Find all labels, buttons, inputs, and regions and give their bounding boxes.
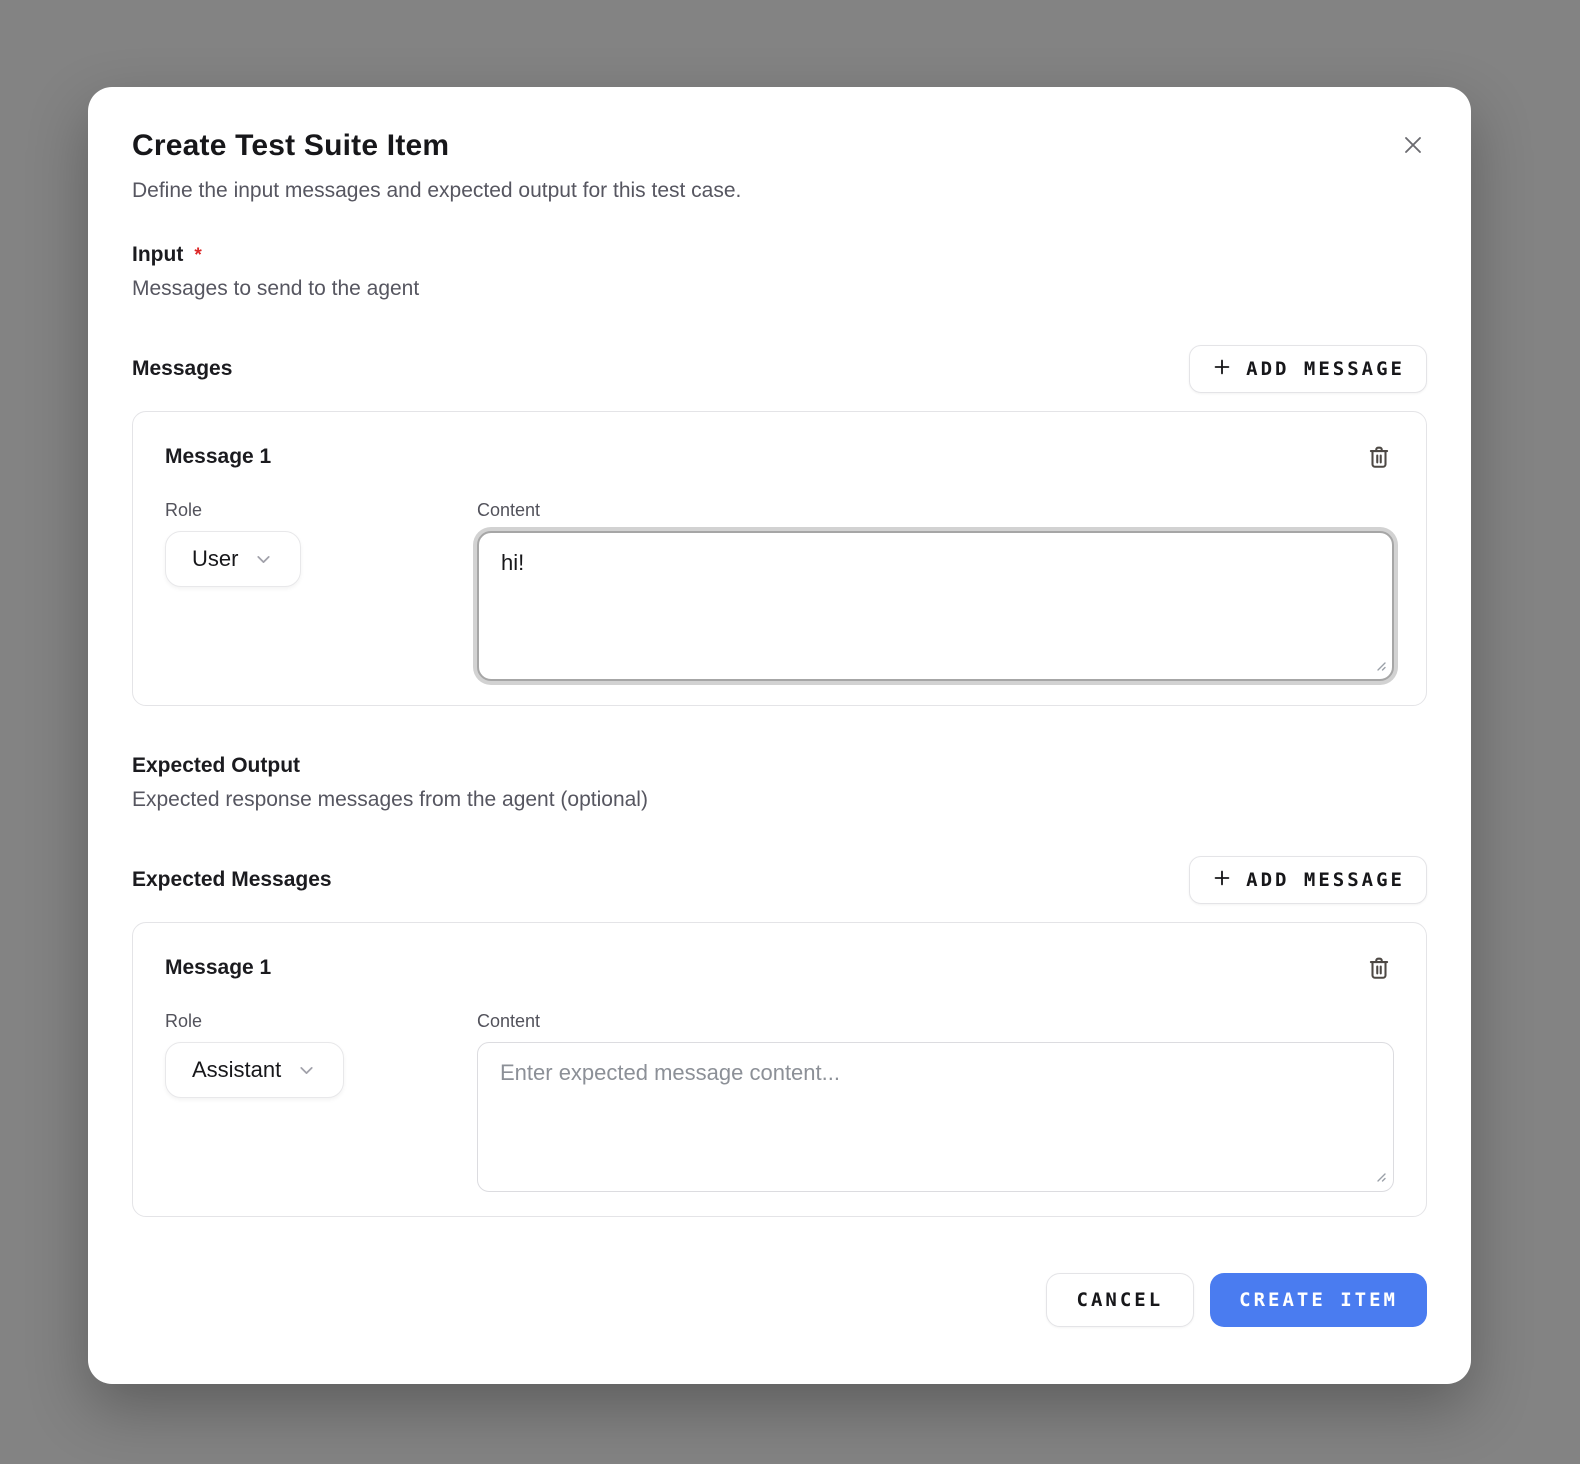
close-button[interactable]	[1395, 127, 1431, 163]
role-select-assistant[interactable]: Assistant	[165, 1042, 344, 1098]
dialog-header: Create Test Suite Item	[132, 129, 1427, 163]
role-column: Role Assistant	[165, 1011, 477, 1098]
message-card-body: Role User Content hi!	[165, 500, 1394, 681]
trash-icon	[1366, 458, 1392, 473]
add-message-label: ADD MESSAGE	[1246, 358, 1405, 380]
role-label: Role	[165, 1011, 477, 1032]
messages-header-label: Messages	[132, 357, 232, 381]
role-label: Role	[165, 500, 477, 521]
input-message-content-textarea[interactable]: hi!	[477, 531, 1394, 681]
content-label: Content	[477, 500, 1394, 521]
messages-section-header: Messages ADD MESSAGE	[132, 345, 1427, 393]
add-expected-message-button[interactable]: ADD MESSAGE	[1189, 856, 1427, 904]
expected-messages-section-header: Expected Messages ADD MESSAGE	[132, 856, 1427, 904]
expected-output-label: Expected Output	[132, 754, 300, 778]
trash-icon	[1366, 969, 1392, 984]
close-icon	[1399, 147, 1427, 162]
role-select-value: Assistant	[192, 1057, 281, 1083]
add-message-label: ADD MESSAGE	[1246, 869, 1405, 891]
expected-messages-header-label: Expected Messages	[132, 868, 332, 892]
content-textarea-wrap	[477, 1042, 1394, 1192]
content-column: Content	[477, 1011, 1394, 1192]
input-field-label: Input *	[132, 243, 1427, 267]
delete-input-message-button[interactable]	[1364, 442, 1394, 472]
role-select-value: User	[192, 546, 238, 572]
message-title: Message 1	[165, 956, 271, 980]
message-title: Message 1	[165, 445, 271, 469]
create-item-button[interactable]: CREATE ITEM	[1210, 1273, 1427, 1327]
message-card-body: Role Assistant Content	[165, 1011, 1394, 1192]
chevron-down-icon	[296, 1060, 317, 1081]
dialog-footer: CANCEL CREATE ITEM	[132, 1273, 1427, 1327]
expected-message-card: Message 1 Role Assistant Content	[132, 922, 1427, 1217]
expected-message-content-textarea[interactable]	[477, 1042, 1394, 1192]
role-select-user[interactable]: User	[165, 531, 301, 587]
cancel-button[interactable]: CANCEL	[1046, 1273, 1195, 1327]
content-textarea-wrap: hi!	[477, 531, 1394, 681]
content-column: Content hi!	[477, 500, 1394, 681]
plus-icon	[1211, 356, 1233, 383]
input-field-description: Messages to send to the agent	[132, 277, 1427, 301]
plus-icon	[1211, 867, 1233, 894]
delete-expected-message-button[interactable]	[1364, 953, 1394, 983]
dialog-subtitle: Define the input messages and expected o…	[132, 179, 1427, 203]
dialog-title: Create Test Suite Item	[132, 129, 449, 163]
required-asterisk: *	[194, 245, 201, 267]
message-card-header: Message 1	[165, 442, 1394, 472]
content-label: Content	[477, 1011, 1394, 1032]
input-label-text: Input	[132, 243, 183, 267]
expected-output-label-row: Expected Output	[132, 754, 1427, 778]
message-card-header: Message 1	[165, 953, 1394, 983]
chevron-down-icon	[253, 549, 274, 570]
create-test-suite-item-dialog: Create Test Suite Item Define the input …	[88, 87, 1471, 1384]
expected-output-description: Expected response messages from the agen…	[132, 788, 1427, 812]
role-column: Role User	[165, 500, 477, 587]
input-message-card: Message 1 Role User Content	[132, 411, 1427, 706]
add-input-message-button[interactable]: ADD MESSAGE	[1189, 345, 1427, 393]
